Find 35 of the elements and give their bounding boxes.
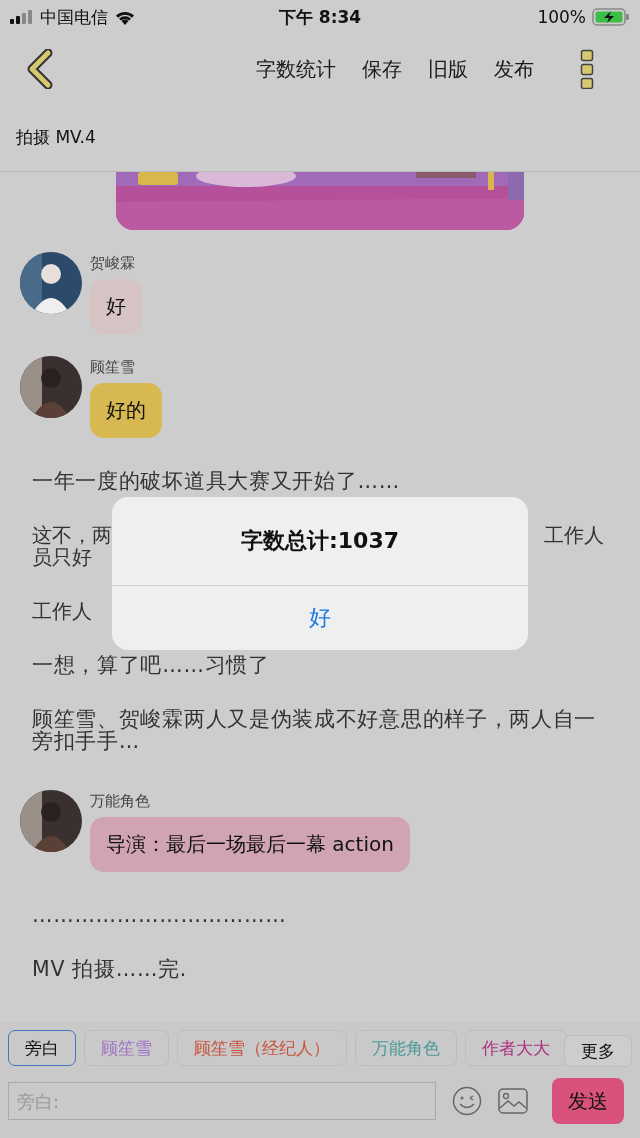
signal-icon xyxy=(10,10,34,24)
narration-text: 顾笙雪、贺峻霖两人又是伪装成不好意思的样子，两人自一旁扣手手… xyxy=(31,708,598,752)
more-icon[interactable] xyxy=(580,49,594,89)
back-icon[interactable] xyxy=(26,49,54,89)
nav-action[interactable]: 字数统计 xyxy=(248,55,344,83)
emoji-icon[interactable] xyxy=(452,1086,482,1116)
message-bubble: 导演：最后一场最后一幕 action xyxy=(90,817,410,872)
nav-action[interactable]: 旧版 xyxy=(420,55,476,83)
narration-text: MV 拍摄……完. xyxy=(31,958,189,980)
speaker-name: 贺峻霖 xyxy=(90,254,135,273)
message-bubble: 好的 xyxy=(90,383,162,438)
more-button[interactable]: 更多 xyxy=(564,1035,632,1067)
speaker-name: 顾笙雪 xyxy=(90,358,135,377)
wifi-icon xyxy=(114,9,136,25)
narration-text: 这不，两 xyxy=(32,524,112,546)
image-icon[interactable] xyxy=(498,1088,528,1114)
battery-percent: 100% xyxy=(537,7,586,27)
speaker-name: 万能角色 xyxy=(90,792,150,811)
narration-text: ……………………………… xyxy=(31,904,288,926)
battery-icon xyxy=(592,8,630,26)
story-title: 拍摄 MV.4 xyxy=(16,126,96,149)
narration-text: 工作人 xyxy=(544,524,604,546)
nav-action[interactable]: 发布 xyxy=(486,55,542,83)
alert-title: 字数总计:1037 xyxy=(112,497,528,586)
carrier-name: 中国电信 xyxy=(40,5,108,29)
ok-button[interactable]: 好 xyxy=(112,586,528,650)
nav-action[interactable]: 保存 xyxy=(354,55,410,83)
narration-text: 一年一度的破坏道具大赛又开始了…… xyxy=(31,470,401,492)
clock: 下午 8:34 xyxy=(278,5,362,29)
message-bubble: 好 xyxy=(90,279,142,334)
narration-text: 工作人 xyxy=(32,600,92,622)
narration-text: 员只好 xyxy=(32,546,92,568)
send-button[interactable]: 发送 xyxy=(552,1078,624,1124)
narration-text: 一想，算了吧……习惯了 xyxy=(31,654,271,676)
role-tab[interactable]: 旁白 xyxy=(8,1030,76,1066)
